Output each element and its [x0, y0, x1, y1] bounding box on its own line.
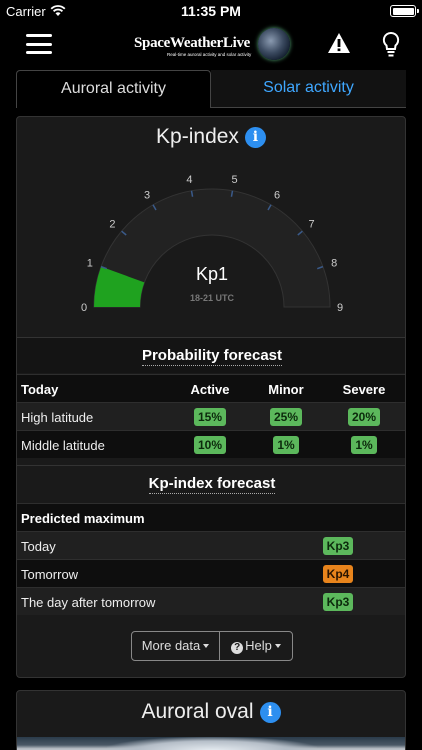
gauge-tick-label: 6 — [274, 189, 280, 201]
forecast-day-label: The day after tomorrow — [21, 595, 156, 610]
column-header-active: Active — [190, 382, 230, 397]
battery-icon — [390, 5, 419, 17]
kp-badge: Kp3 — [322, 593, 354, 611]
kp-index-card: Kp-index i 0 1 2 3 4 5 6 7 8 9 Kp1 18-21 UTC Proba… — [16, 116, 406, 678]
navbar: SpaceWeatherLive Real-time auroral activ… — [0, 22, 422, 66]
kp-forecast-header: Kp-index forecast — [17, 465, 405, 503]
forecast-day-label: Tomorrow — [21, 567, 79, 582]
info-icon[interactable]: i — [244, 127, 266, 148]
probability-forecast-title[interactable]: Probability forecast — [141, 347, 283, 366]
table-row: Today Kp3 — [17, 531, 405, 559]
column-header-today: Today — [21, 382, 59, 397]
probability-badge: 20% — [347, 408, 381, 426]
logo-text: SpaceWeatherLive — [134, 35, 251, 51]
kp-index-title-text: Kp-index — [156, 125, 239, 148]
probability-table-header: Today Active Minor Severe — [17, 374, 405, 402]
auroral-oval-title: Auroral oval i — [17, 700, 405, 724]
probability-badge: 1% — [351, 436, 377, 454]
clock: 11:35 PM — [181, 3, 241, 19]
tab-auroral-activity[interactable]: Auroral activity — [16, 70, 211, 108]
action-button-group: More data ? Help — [131, 631, 293, 661]
auroral-oval-map-image[interactable] — [17, 737, 405, 750]
gauge-value: Kp1 — [196, 264, 228, 284]
gauge-time-range: 18-21 UTC — [190, 293, 235, 303]
kp-badge: Kp3 — [322, 537, 354, 555]
gauge-tick — [230, 190, 234, 197]
globe-icon — [258, 28, 290, 60]
gauge-tick-label: 5 — [232, 174, 238, 186]
kp-gauge: 0 1 2 3 4 5 6 7 8 9 Kp1 18-21 UTC — [81, 174, 343, 314]
gauge-tick — [190, 190, 194, 197]
probability-badge: 15% — [193, 408, 227, 426]
kp-index-title: Kp-index i — [17, 125, 405, 149]
gauge-tick-label: 9 — [337, 302, 343, 314]
row-label-high-latitude: High latitude — [21, 410, 94, 425]
more-data-label: More data — [141, 638, 201, 653]
probability-badge: 10% — [193, 436, 227, 454]
gauge-tick-label: 2 — [109, 218, 115, 230]
row-label-middle-latitude: Middle latitude — [21, 438, 105, 453]
probability-badge: 25% — [269, 408, 303, 426]
probability-badge: 1% — [273, 436, 299, 454]
predicted-maximum-label: Predicted maximum — [21, 511, 145, 526]
kp-forecast-subheader: Predicted maximum — [17, 503, 405, 531]
logo-tagline: Real-time auroral activity and solar act… — [166, 52, 253, 57]
menu-icon[interactable] — [26, 34, 52, 54]
lightbulb-icon[interactable] — [381, 31, 401, 57]
column-header-minor: Minor — [268, 382, 304, 397]
kp-badge: Kp4 — [322, 565, 354, 583]
help-button[interactable]: ? Help — [220, 632, 292, 660]
help-label: Help — [245, 638, 272, 653]
kp-forecast-title[interactable]: Kp-index forecast — [148, 475, 276, 494]
column-header-severe: Severe — [342, 382, 386, 397]
gauge-tick-label: 3 — [144, 189, 150, 201]
status-bar: Carrier 11:35 PM — [0, 0, 422, 22]
app-logo[interactable]: SpaceWeatherLive Real-time auroral activ… — [134, 28, 290, 60]
gauge-tick-label: 7 — [309, 218, 315, 230]
table-row: Tomorrow Kp4 — [17, 559, 405, 587]
tab-bar: Auroral activity Solar activity — [16, 70, 406, 108]
gauge-tick-label: 0 — [81, 302, 87, 314]
table-row: Middle latitude 10% 1% 1% — [17, 430, 405, 458]
table-row: The day after tomorrow Kp3 — [17, 587, 405, 615]
warning-icon[interactable] — [327, 32, 351, 54]
gauge-tick-label: 8 — [331, 258, 337, 270]
tab-solar-activity[interactable]: Solar activity — [211, 70, 406, 108]
auroral-oval-card: Auroral oval i — [16, 690, 406, 750]
probability-forecast-header: Probability forecast — [17, 337, 405, 373]
table-row: High latitude 15% 25% 20% — [17, 402, 405, 430]
caret-down-icon — [203, 644, 210, 648]
gauge-tick-label: 4 — [186, 174, 192, 186]
caret-down-icon — [274, 644, 281, 648]
info-icon[interactable]: i — [259, 702, 281, 723]
question-circle-icon: ? — [231, 642, 244, 654]
more-data-button[interactable]: More data — [132, 632, 220, 660]
forecast-day-label: Today — [21, 539, 56, 554]
auroral-oval-title-text: Auroral oval — [141, 700, 254, 723]
gauge-tick-label: 1 — [87, 258, 93, 270]
